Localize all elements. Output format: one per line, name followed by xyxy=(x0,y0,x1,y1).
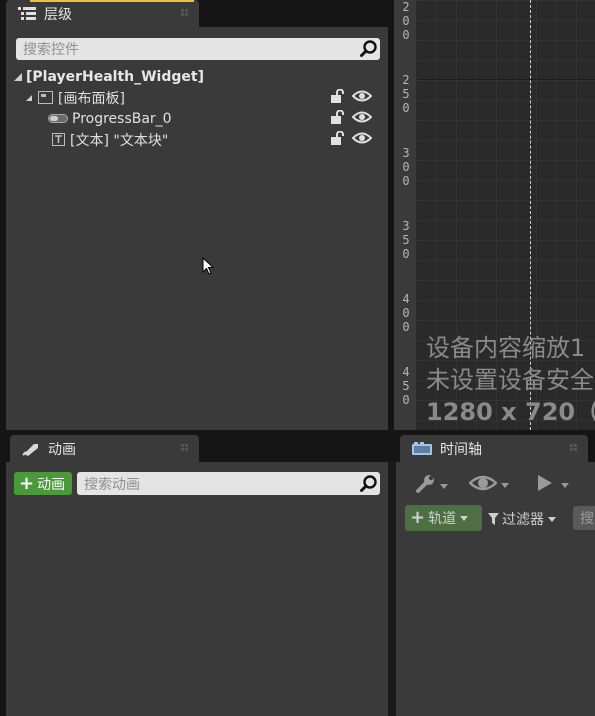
tools-dropdown[interactable] xyxy=(414,473,448,499)
plus-icon: + xyxy=(19,472,35,494)
eye-icon[interactable] xyxy=(351,89,373,107)
add-animation-button[interactable]: + 动画 xyxy=(14,472,72,495)
timeline-film-icon xyxy=(412,441,432,456)
list-tree-icon xyxy=(18,6,36,21)
lock-open-icon[interactable] xyxy=(330,88,346,107)
timeline-panel: + 轨道 过滤器 搜 xyxy=(396,462,595,716)
animation-pen-icon xyxy=(22,442,40,456)
tree-item-progressbar[interactable]: ProgressBar_0 xyxy=(48,108,380,129)
track-search-input[interactable]: 搜 xyxy=(573,506,595,530)
chevron-down-icon xyxy=(548,516,556,522)
hierarchy-panel: 搜索控件 [PlayerHealth_Widget] [画布面板] Progre… xyxy=(6,27,388,430)
chevron-down-icon xyxy=(561,482,569,488)
tab-hierarchy[interactable]: 层级 xyxy=(6,0,199,27)
left-edge xyxy=(0,0,6,716)
tab-active-indicator xyxy=(30,0,194,2)
mouse-cursor-icon xyxy=(202,256,215,279)
chevron-down-icon xyxy=(501,482,509,488)
play-dropdown[interactable] xyxy=(537,474,569,496)
tab-timeline-label: 时间轴 xyxy=(440,441,482,458)
search-icon[interactable] xyxy=(358,473,380,495)
grid-hline xyxy=(416,79,595,80)
ruler-label-250: 250 xyxy=(402,73,410,115)
ruler-label-300: 300 xyxy=(402,146,410,188)
overlay-resolution-text: 1280 x 720（16 xyxy=(426,398,595,425)
animation-search-placeholder: 搜索动画 xyxy=(84,476,140,493)
tree-item-root[interactable]: [PlayerHealth_Widget] xyxy=(14,66,204,87)
filter-icon xyxy=(488,512,499,526)
tree-item-label: [PlayerHealth_Widget] xyxy=(26,68,204,85)
eye-icon[interactable] xyxy=(351,131,373,149)
lock-open-icon[interactable] xyxy=(330,130,346,149)
filter-dropdown[interactable]: 过滤器 xyxy=(488,509,556,529)
eye-icon[interactable] xyxy=(351,110,373,128)
tab-hierarchy-label: 层级 xyxy=(44,6,72,23)
eye-icon xyxy=(468,473,498,497)
hierarchy-search-input[interactable]: 搜索控件 xyxy=(16,38,380,60)
progressbar-icon xyxy=(48,114,68,123)
animations-panel: + 动画 搜索动画 xyxy=(6,462,388,716)
tab-animations-label: 动画 xyxy=(48,441,76,458)
add-track-button[interactable]: + 轨道 xyxy=(405,505,482,531)
add-animation-label: 动画 xyxy=(37,476,66,493)
tab-animations[interactable]: 动画 xyxy=(10,435,199,462)
overlay-safezone-text: 未设置设备安全 xyxy=(426,366,594,394)
chevron-down-icon xyxy=(460,515,469,521)
chevron-down-icon xyxy=(440,483,448,489)
vertical-splitter[interactable] xyxy=(388,462,396,716)
tab-grip-icon xyxy=(181,444,189,452)
view-dropdown[interactable] xyxy=(468,473,509,497)
tree-item-canvas-panel[interactable]: [画布面板] xyxy=(26,87,380,108)
tree-item-label: [文本] "文本块" xyxy=(70,132,169,149)
text-widget-icon xyxy=(52,133,65,146)
track-button-label: 轨道 xyxy=(428,511,457,527)
tree-item-label: [画布面板] xyxy=(58,90,125,107)
designer-overlay-clip: 设备内容缩放1 未设置设备安全 1280 x 720（16 xyxy=(394,320,595,425)
play-icon xyxy=(537,474,553,496)
animation-search-input[interactable]: 搜索动画 xyxy=(77,472,380,495)
expand-triangle-icon[interactable] xyxy=(14,72,22,81)
hierarchy-search-placeholder: 搜索控件 xyxy=(23,42,79,58)
tab-timeline[interactable]: 时间轴 xyxy=(400,435,588,462)
expand-triangle-icon[interactable] xyxy=(26,94,32,101)
overlay-dpi-text: 设备内容缩放1 xyxy=(426,334,586,362)
tree-item-textblock[interactable]: [文本] "文本块" xyxy=(52,129,380,150)
filter-label: 过滤器 xyxy=(502,512,544,528)
tab-grip-icon xyxy=(570,444,578,452)
tab-grip-icon xyxy=(181,9,189,17)
wrench-icon xyxy=(414,473,436,499)
ruler-label-350: 350 xyxy=(402,219,410,261)
plus-icon: + xyxy=(410,507,426,528)
ruler-label-200: 200 xyxy=(402,0,410,42)
track-search-placeholder: 搜 xyxy=(580,511,594,527)
lock-open-icon[interactable] xyxy=(330,109,346,128)
tree-item-label: ProgressBar_0 xyxy=(72,110,172,127)
search-icon[interactable] xyxy=(358,38,380,60)
canvas-panel-icon xyxy=(38,91,53,104)
